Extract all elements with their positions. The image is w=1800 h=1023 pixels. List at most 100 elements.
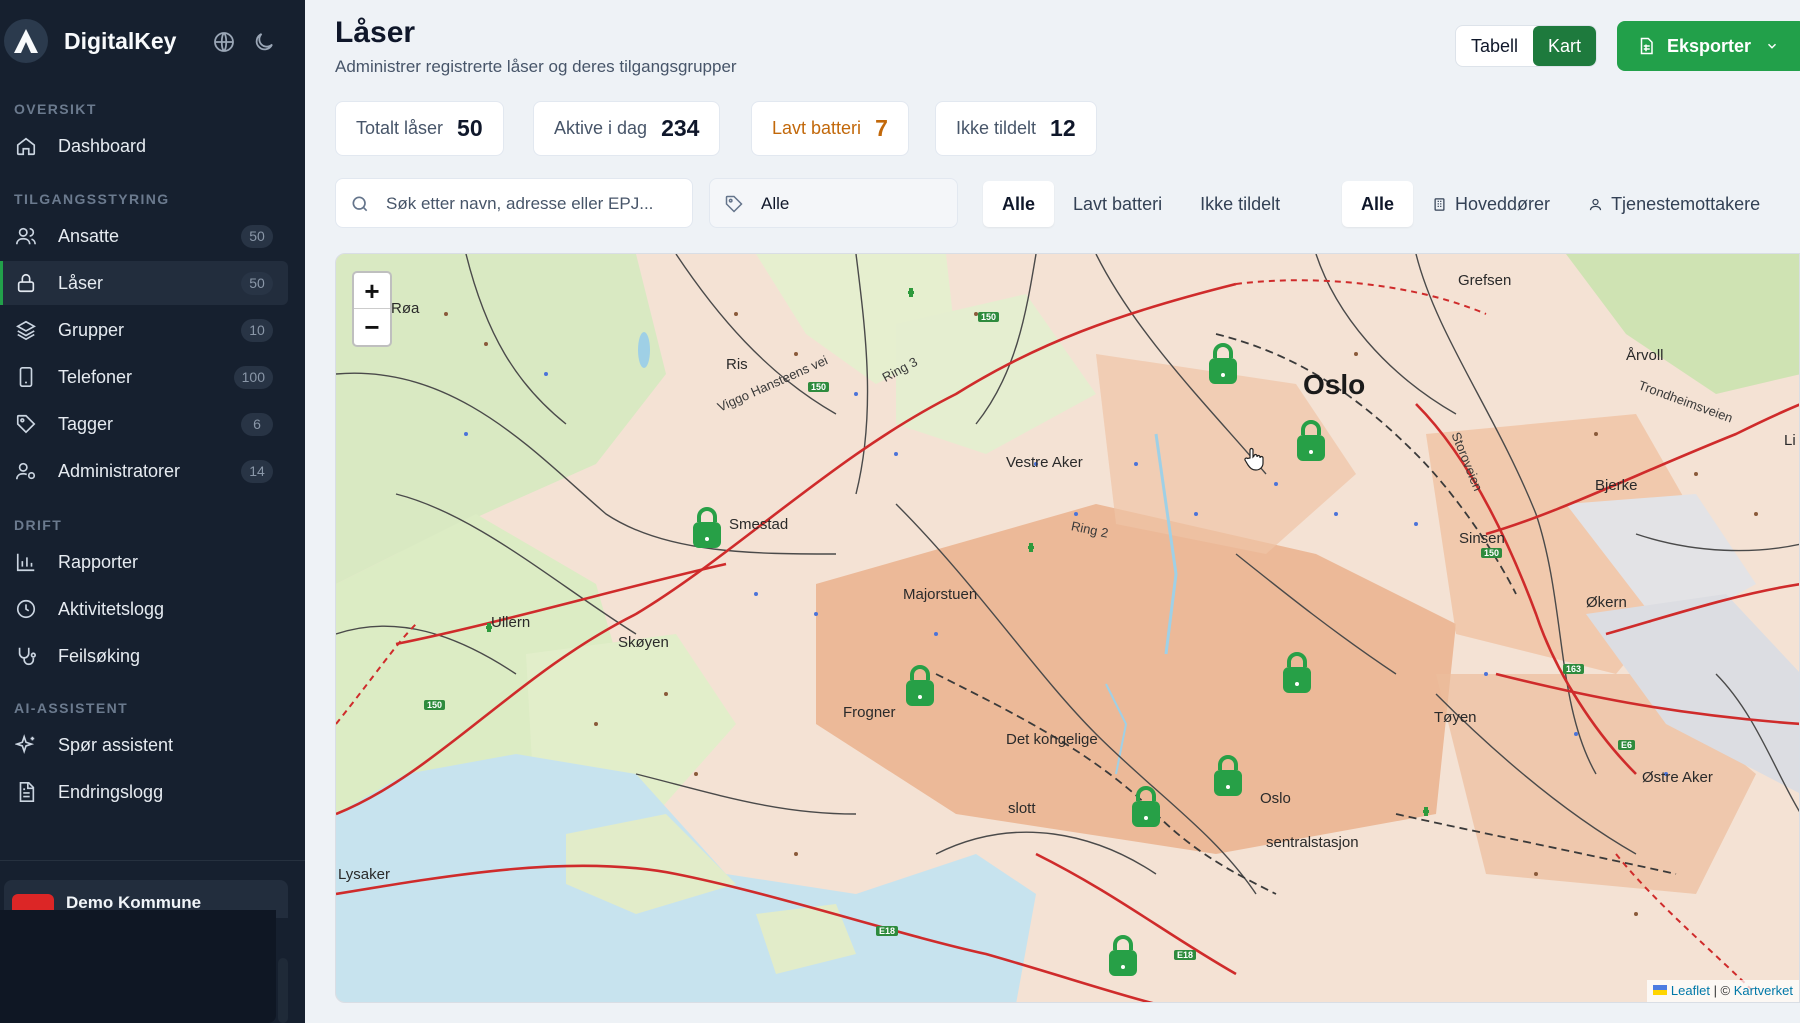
phone-icon xyxy=(19,367,33,387)
clock-icon xyxy=(16,599,36,619)
nav-feilsoking[interactable]: Feilsøking xyxy=(0,634,288,678)
map-label: Økern xyxy=(1586,594,1627,611)
nav-laser[interactable]: Låser 50 xyxy=(0,261,288,305)
leaflet-link[interactable]: Leaflet xyxy=(1671,983,1710,998)
stat-active-today: Aktive i dag 234 xyxy=(533,101,721,156)
count-badge: 100 xyxy=(233,366,273,389)
map-label: Det kongelige xyxy=(1006,731,1098,748)
bar-chart-icon xyxy=(16,553,35,572)
layers-icon xyxy=(16,320,36,341)
search-icon xyxy=(352,196,368,212)
count-badge: 10 xyxy=(241,319,273,342)
nav-spor-assistent[interactable]: Spør assistent xyxy=(0,723,288,767)
search-input[interactable]: Søk etter navn, adresse eller EPJ... xyxy=(335,178,693,228)
nav-endringslogg[interactable]: Endringslogg xyxy=(0,770,288,814)
zoom-control: + − xyxy=(352,271,392,347)
sidebar-scrollbar[interactable] xyxy=(278,958,288,1023)
nav-rapporter[interactable]: Rapporter xyxy=(0,540,288,584)
nav-label: Spør assistent xyxy=(58,734,174,755)
road-shield: 150 xyxy=(978,312,1000,322)
sidebar-divider xyxy=(0,860,305,861)
logo-a-icon xyxy=(14,29,38,53)
stat-value: 234 xyxy=(661,115,700,141)
map-label: slott xyxy=(1008,800,1036,817)
type-filter-main-doors[interactable]: Hoveddører xyxy=(1413,181,1569,227)
stat-value: 12 xyxy=(1050,115,1076,141)
view-table-button[interactable]: Tabell xyxy=(1456,26,1533,66)
map-label: Oslo xyxy=(1260,790,1291,807)
nav-telefoner[interactable]: Telefoner 100 xyxy=(0,355,288,399)
nav-label: Tagger xyxy=(58,413,114,434)
brand[interactable]: DigitalKey xyxy=(4,18,176,64)
zoom-in-button[interactable]: + xyxy=(354,273,390,309)
globe-icon[interactable] xyxy=(212,30,236,54)
moon-icon[interactable] xyxy=(252,30,276,54)
lock-marker[interactable] xyxy=(1205,342,1241,390)
stat-label: Lavt batteri xyxy=(772,118,862,138)
map-label: Frogner xyxy=(843,704,896,721)
section-label-tilgangsstyring: TILGANGSSTYRING xyxy=(14,191,170,207)
map-label: Bjerke xyxy=(1595,477,1638,494)
brand-name: DigitalKey xyxy=(64,27,177,54)
lock-marker[interactable] xyxy=(902,664,938,712)
map-label: Grefsen xyxy=(1458,272,1512,289)
page-title: Låser xyxy=(335,16,416,49)
stat-unassigned: Ikke tildelt 12 xyxy=(935,101,1097,156)
zoom-out-button[interactable]: − xyxy=(354,309,390,345)
count-badge: 14 xyxy=(241,460,273,483)
nav-label: Dashboard xyxy=(58,135,147,156)
type-filter-service-recipients[interactable]: Tjenestemottakere xyxy=(1569,181,1779,227)
map-view[interactable]: Røa Ris Oslo Grefsen Årvoll Bjerke Sinse… xyxy=(335,253,1800,1003)
lock-marker[interactable] xyxy=(1293,419,1329,467)
map-label: Røa xyxy=(391,300,420,317)
nav-administratorer[interactable]: Administratorer 14 xyxy=(0,449,288,493)
status-filter-unassigned[interactable]: Ikke tildelt xyxy=(1181,181,1299,227)
road-shield: 150 xyxy=(424,700,446,710)
tag-filter-select[interactable]: Alle xyxy=(709,178,958,228)
type-filter-all[interactable]: Alle xyxy=(1342,181,1414,227)
map-label: Ris xyxy=(726,356,748,373)
nav-label: Rapporter xyxy=(58,551,139,572)
lock-marker[interactable] xyxy=(1210,754,1246,802)
section-label-drift: DRIFT xyxy=(14,517,63,533)
map-label: Smestad xyxy=(729,516,789,533)
kartverket-link[interactable]: Kartverket xyxy=(1734,983,1793,998)
road-shield: 163 xyxy=(1563,664,1585,674)
type-filter-label: Hoveddører xyxy=(1455,194,1551,214)
hand-cursor-icon xyxy=(1244,447,1264,471)
nav-tagger[interactable]: Tagger 6 xyxy=(0,402,288,446)
lock-icon xyxy=(17,273,35,293)
nav-grupper[interactable]: Grupper 10 xyxy=(0,308,288,352)
nav-ansatte[interactable]: Ansatte 50 xyxy=(0,214,288,258)
type-filter: Alle Hoveddører Tjenestemottakere xyxy=(1342,181,1779,227)
stat-label: Ikke tildelt xyxy=(956,118,1037,138)
nav-label: Låser xyxy=(58,272,104,293)
lock-marker[interactable] xyxy=(689,506,725,554)
search-placeholder: Søk etter navn, adresse eller EPJ... xyxy=(386,194,654,213)
lock-marker[interactable] xyxy=(1279,651,1315,699)
lock-marker[interactable] xyxy=(1105,934,1141,982)
org-menu-panel xyxy=(0,910,276,1023)
stat-value: 7 xyxy=(875,115,888,141)
nav-label: Aktivitetslogg xyxy=(58,598,165,619)
export-button[interactable]: Eksporter xyxy=(1617,21,1800,71)
lock-marker[interactable] xyxy=(1128,785,1164,833)
building-icon xyxy=(1434,197,1445,211)
nav-dashboard[interactable]: Dashboard xyxy=(0,124,288,168)
nav-aktivitetslogg[interactable]: Aktivitetslogg xyxy=(0,587,288,631)
stat-label: Totalt låser xyxy=(356,118,444,138)
status-filter-low-battery[interactable]: Lavt batteri xyxy=(1054,181,1181,227)
status-filter-all[interactable]: Alle xyxy=(983,181,1055,227)
chevron-down-icon xyxy=(1768,43,1777,49)
page-subtitle: Administrer registrerte låser og deres t… xyxy=(335,57,737,76)
file-text-icon xyxy=(19,782,35,802)
map-label: Vestre Aker xyxy=(1006,454,1083,471)
road-shield: 150 xyxy=(1481,548,1503,558)
map-label: Ullern xyxy=(491,614,531,631)
tag-filter-value: Alle xyxy=(761,194,790,213)
view-map-button[interactable]: Kart xyxy=(1533,26,1597,66)
map-label: Skøyen xyxy=(618,634,669,651)
map-label: Li xyxy=(1784,432,1796,449)
map-label: Tøyen xyxy=(1434,709,1477,726)
sidebar: DigitalKey OVERSIKT Dashboard TILGANGSST… xyxy=(0,0,305,1023)
